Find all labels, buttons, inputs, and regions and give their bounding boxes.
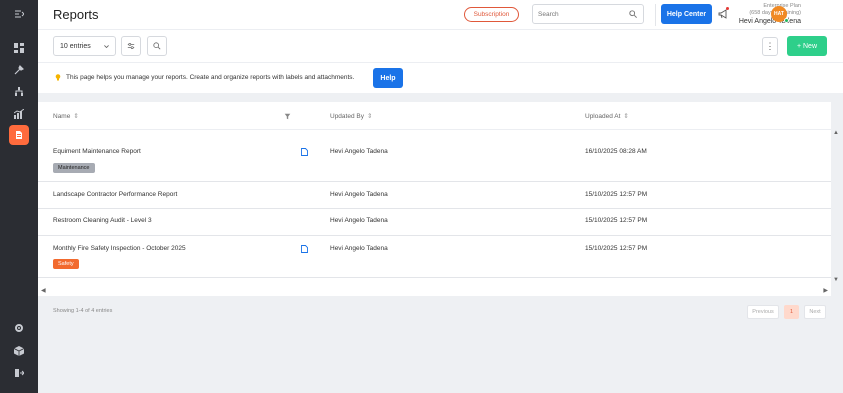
table-row[interactable]: Restroom Cleaning Audit - Level 3 Hevi A…: [38, 209, 831, 236]
label-badge: Maintenance: [53, 163, 95, 173]
filter-settings-button[interactable]: [121, 36, 141, 56]
reports-icon[interactable]: [9, 125, 29, 145]
table-row[interactable]: Monthly Fire Safety Inspection - October…: [38, 236, 831, 278]
page-title: Reports: [53, 7, 99, 22]
toolbar: 10 entries ⋮ + New: [38, 30, 843, 63]
search-box: [532, 4, 644, 24]
sort-icon[interactable]: ⇕: [73, 113, 78, 120]
page-1-button[interactable]: 1: [784, 305, 799, 319]
org-chart-icon[interactable]: [0, 82, 38, 102]
expand-icon[interactable]: [0, 4, 38, 24]
uploaded-at: 15/10/2025 12:57 PM: [585, 217, 648, 224]
scroll-down-arrow[interactable]: ▼: [833, 277, 841, 285]
column-header-name[interactable]: Name ⇕: [53, 112, 79, 120]
updated-by: Hevi Angelo Tadena: [330, 191, 388, 198]
sliders-icon: [127, 43, 135, 49]
column-label: Name: [53, 113, 71, 120]
announcement-icon[interactable]: [718, 9, 728, 19]
sidebar: [0, 0, 38, 393]
attachment-file-icon[interactable]: [301, 148, 308, 156]
table-row[interactable]: Equiment Maintenance Report Hevi Angelo …: [38, 138, 831, 182]
search-icon[interactable]: [629, 10, 637, 18]
info-text: This page helps you manage your reports.…: [66, 74, 355, 81]
uploaded-at: 16/10/2025 08:28 AM: [585, 148, 647, 155]
report-name[interactable]: Monthly Fire Safety Inspection - October…: [53, 245, 186, 252]
column-label: Uploaded At: [585, 113, 621, 120]
help-center-button[interactable]: Help Center: [661, 4, 712, 24]
report-name[interactable]: Landscape Contractor Performance Report: [53, 191, 177, 198]
chevron-down-icon: [104, 45, 109, 49]
more-options-button[interactable]: ⋮: [762, 37, 778, 56]
plan-remaining: (658 days remaining): [749, 10, 801, 16]
previous-page-button[interactable]: Previous: [747, 305, 779, 319]
sort-icon[interactable]: ⇕: [367, 113, 372, 120]
column-label: Updated By: [330, 113, 364, 120]
info-bar: This page helps you manage your reports.…: [38, 63, 843, 93]
reports-table: Name ⇕ Updated By ⇕ Uploaded At ⇕ Equiment …: [38, 102, 831, 295]
updated-by: Hevi Angelo Tadena: [330, 148, 388, 155]
uploaded-at: 15/10/2025 12:57 PM: [585, 191, 648, 198]
scroll-left-arrow[interactable]: ◀: [41, 287, 46, 294]
search-icon: [153, 42, 161, 50]
attachment-file-icon[interactable]: [301, 245, 308, 253]
entries-select[interactable]: 10 entries: [53, 36, 116, 56]
report-name[interactable]: Equiment Maintenance Report: [53, 148, 141, 155]
sort-icon[interactable]: ⇕: [623, 113, 628, 120]
package-icon[interactable]: [0, 341, 38, 361]
scroll-right-arrow[interactable]: ▶: [823, 287, 828, 294]
horizontal-scrollbar[interactable]: ◀ ▶: [38, 286, 831, 296]
updated-by: Hevi Angelo Tadena: [330, 217, 388, 224]
filter-icon[interactable]: [284, 113, 291, 120]
online-status-dot: [784, 18, 789, 23]
dashboard-icon[interactable]: [0, 38, 38, 58]
subscription-button[interactable]: Subscription: [464, 7, 519, 22]
notification-dot: [726, 7, 729, 10]
table-row[interactable]: Landscape Contractor Performance Report …: [38, 182, 831, 209]
settings-icon[interactable]: [0, 318, 38, 338]
column-header-uploaded-at[interactable]: Uploaded At ⇕: [585, 112, 629, 120]
logout-icon[interactable]: [0, 363, 38, 383]
updated-by: Hevi Angelo Tadena: [330, 245, 388, 252]
analytics-icon[interactable]: [0, 104, 38, 124]
label-badge: Safety: [53, 259, 79, 269]
top-header: Reports Subscription Help Center Enterpr…: [38, 0, 843, 30]
plan-info: Enterprise Plan (658 days remaining) Hev…: [739, 3, 801, 26]
user-name[interactable]: Hevi Angelo Tadena: [739, 17, 801, 26]
lightbulb-icon: [55, 74, 61, 81]
entries-label: 10 entries: [60, 42, 91, 50]
table-header: Name ⇕ Updated By ⇕ Uploaded At ⇕: [38, 102, 831, 130]
new-button[interactable]: + New: [787, 36, 827, 56]
report-name[interactable]: Restroom Cleaning Audit - Level 3: [53, 217, 152, 224]
tools-icon[interactable]: [0, 60, 38, 80]
entries-count: Showing 1-4 of 4 entries: [53, 308, 113, 314]
header-divider: [655, 4, 656, 26]
search-input[interactable]: [533, 5, 623, 23]
next-page-button[interactable]: Next: [804, 305, 826, 319]
scroll-up-arrow[interactable]: ▲: [833, 130, 841, 138]
uploaded-at: 15/10/2025 12:57 PM: [585, 245, 648, 252]
search-toggle-button[interactable]: [147, 36, 167, 56]
help-button[interactable]: Help: [373, 68, 403, 88]
plan-name: Enterprise Plan: [763, 3, 801, 9]
column-header-updated-by[interactable]: Updated By ⇕: [330, 112, 372, 120]
